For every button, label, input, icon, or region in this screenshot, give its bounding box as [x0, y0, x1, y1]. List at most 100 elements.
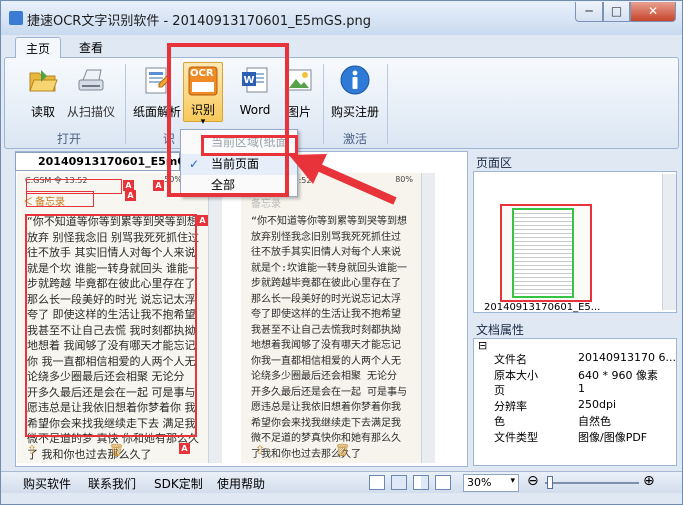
ribbon-panel: 读取 从扫描仪 纸面解析 OCR 识别 ▾ W Word 图片 购买注册 打开 … [4, 57, 679, 149]
right-page-scrollbar[interactable] [421, 173, 435, 463]
recognized-text-block[interactable]: “你不知道等你等到累等到哭等到想 放弃别怪我念旧别骂我死死抓住过 往不放手其实旧情人… [251, 214, 407, 462]
text-line: “你不知道等你等到累等到哭等到想 [251, 216, 408, 227]
pages-scrollbar[interactable] [662, 174, 676, 310]
menu-item-current-region[interactable]: 当前区域(纸面 [181, 132, 297, 153]
region-marker-icon: A [179, 443, 190, 454]
text-line: 那么长一段美好的时光 说忘记太浮 [27, 292, 196, 306]
text-line: 步就跨越毕竟都在彼此心里存在了 [251, 278, 401, 289]
page-parse-icon [145, 67, 171, 94]
scanner-icon [78, 69, 104, 91]
word-button[interactable]: W Word [237, 64, 273, 117]
text-line: 步就跨越 毕竟都在彼此心里存在了 [27, 277, 196, 290]
zoom-in-icon[interactable]: ⊕ [643, 473, 655, 489]
app-logo-icon [9, 11, 23, 25]
recognize-button[interactable]: OCR 识别 ▾ [183, 62, 223, 127]
property-key: 文件名 [494, 353, 527, 366]
info-icon [340, 65, 370, 95]
view-split-icon[interactable] [391, 475, 407, 490]
ribbon-tabs: 主页 查看 [1, 35, 682, 58]
share-icon: ⇧ [27, 443, 38, 457]
text-line: 我甚至不让自己去慌 我时刻都执拗 [27, 323, 196, 337]
view-text-icon[interactable] [435, 475, 451, 490]
close-button[interactable]: ✕ [630, 2, 676, 22]
document-tab[interactable]: 20140913170601_E5mGS.png [15, 152, 222, 171]
page-thumbnail[interactable] [500, 204, 592, 302]
property-value: 自然色 [578, 415, 611, 428]
word-label: Word [239, 103, 271, 117]
text-line: 那么长一段美好的时光说忘记太浮 [251, 293, 401, 305]
property-value: 1 [578, 382, 585, 395]
original-text-block: “你不知道等你等到累等到哭等到想 放弃 别怪我念旧 别骂我死死抓住过 往不放手 其实… [27, 214, 199, 462]
text-line: 论绕多少圈最后还会相聚 无论分 [27, 370, 185, 383]
link-help[interactable]: 使用帮助 [217, 475, 265, 492]
window-title: 捷速OCR文字识别软件 - 20140913170601_E5mGS.png [27, 14, 371, 29]
trash-icon: 🗑 [335, 443, 351, 457]
link-contact-us[interactable]: 联系我们 [88, 475, 136, 492]
share-icon: ⇧ [255, 443, 266, 457]
scanner-label: 从扫描仪 [66, 105, 115, 119]
note-header: 备忘录 [251, 199, 281, 210]
tab-view[interactable]: 查看 [69, 37, 113, 58]
property-key: 文件类型 [494, 430, 538, 444]
scanner-button[interactable]: 从扫描仪 [63, 64, 119, 120]
page-parse-button[interactable]: 纸面解析 [129, 64, 185, 120]
property-key: 原本大小 [494, 368, 538, 382]
property-value: 图像/图像PDF [578, 430, 648, 444]
recognized-text-page[interactable]: C.GSM 令 13:52 80% 备忘录 “你不知道等你等到累等到哭等到想放弃… [241, 173, 421, 463]
property-row: 分辨率 250dpi [488, 398, 676, 413]
image-icon [286, 69, 312, 91]
zoom-select[interactable]: 30% ▾ [463, 474, 519, 492]
menu-item-all[interactable]: 全部 [181, 175, 297, 196]
property-value: 640 * 960 像素 [578, 368, 658, 382]
group-label-recognize: 识 [163, 132, 176, 146]
zoom-out-icon[interactable]: ⊖ [527, 473, 539, 489]
text-line: 往不放手 其实旧情人对每个人来说 [27, 246, 196, 259]
text-line: 往不放手其实旧情人对每个人来说 [251, 247, 401, 258]
svg-text:W: W [243, 75, 254, 86]
region-marker-icon: A [153, 180, 164, 191]
title-bar[interactable]: 捷速OCR文字识别软件 - 20140913170601_E5mGS.png ─… [1, 1, 682, 35]
text-line: 地想着我闻够了没有哪天才能忘记 [251, 340, 401, 351]
open-button[interactable]: 读取 [25, 64, 61, 120]
pages-panel-title: 页面区 [476, 156, 513, 170]
left-page-scrollbar[interactable] [208, 173, 222, 463]
text-line: 微不足道的梦真快你和她有那么久 [251, 433, 401, 444]
annotation-arrow-icon [289, 154, 397, 205]
view-side-by-side-icon[interactable] [413, 475, 429, 490]
minimize-button[interactable]: ─ [575, 2, 603, 22]
trash-icon: 🗑 [109, 443, 125, 457]
link-buy-software[interactable]: 购买软件 [23, 475, 71, 492]
note-header: 备忘录 [35, 197, 65, 208]
recognize-dropdown-menu: 当前区域(纸面 ✓ 当前页面 全部 [180, 129, 298, 197]
property-row: 页1 [488, 382, 676, 397]
property-row: 文件类型 图像/图像PDF [488, 429, 676, 444]
zoom-slider-thumb[interactable] [546, 476, 553, 489]
text-line: 希望你会来找我继续走下去 满足我 [27, 416, 196, 430]
maximize-button[interactable]: □ [603, 2, 630, 22]
image-button[interactable]: 图片 [283, 64, 315, 120]
property-row: 文件名 20140913170 6... [488, 351, 676, 366]
collapse-icon[interactable]: ⊟ [478, 339, 487, 352]
menu-item-label: 全部 [211, 178, 236, 192]
original-image-page[interactable]: C.GSM 令 13:52 50% ＜ 备忘录 “你不知道等你等到累等到哭等到想… [17, 173, 208, 463]
purchase-register-button[interactable]: 购买注册 [329, 64, 381, 120]
recognize-dropdown-arrow[interactable]: ▾ [184, 118, 222, 127]
text-line: 就是个:坎谁能一转身就回头谁能一 [251, 262, 408, 274]
text-line: 论绕多少圈最后还会相聚 无论分 [251, 371, 398, 382]
separator [387, 64, 388, 144]
link-sdk-custom[interactable]: SDK定制 [154, 475, 203, 492]
text-line: 就是个坎 谁能一转身就回头 谁能一 [27, 261, 199, 275]
text-line: 你我一直都相信相爱的人两个人无 [251, 355, 401, 367]
text-line: 地想着 我闻够了没有哪天才能忘记 [27, 339, 196, 352]
property-key: 色 [494, 415, 505, 428]
word-icon: W [242, 67, 268, 93]
tab-home[interactable]: 主页 [15, 37, 62, 58]
purchase-register-label: 购买注册 [330, 105, 379, 119]
properties-panel: ⊟ 文件名 20140913170 6... 原本大小 640 * 960 像素页 1 分… [473, 338, 677, 466]
view-single-icon[interactable] [369, 475, 385, 490]
text-line: 开多久最后还是会在一起 可是事与 [251, 386, 408, 398]
zoom-slider-track[interactable] [545, 482, 639, 484]
group-label-activate: 激活 [343, 132, 368, 146]
folder-open-icon [29, 70, 58, 92]
menu-item-current-page[interactable]: ✓ 当前页面 [181, 154, 297, 175]
